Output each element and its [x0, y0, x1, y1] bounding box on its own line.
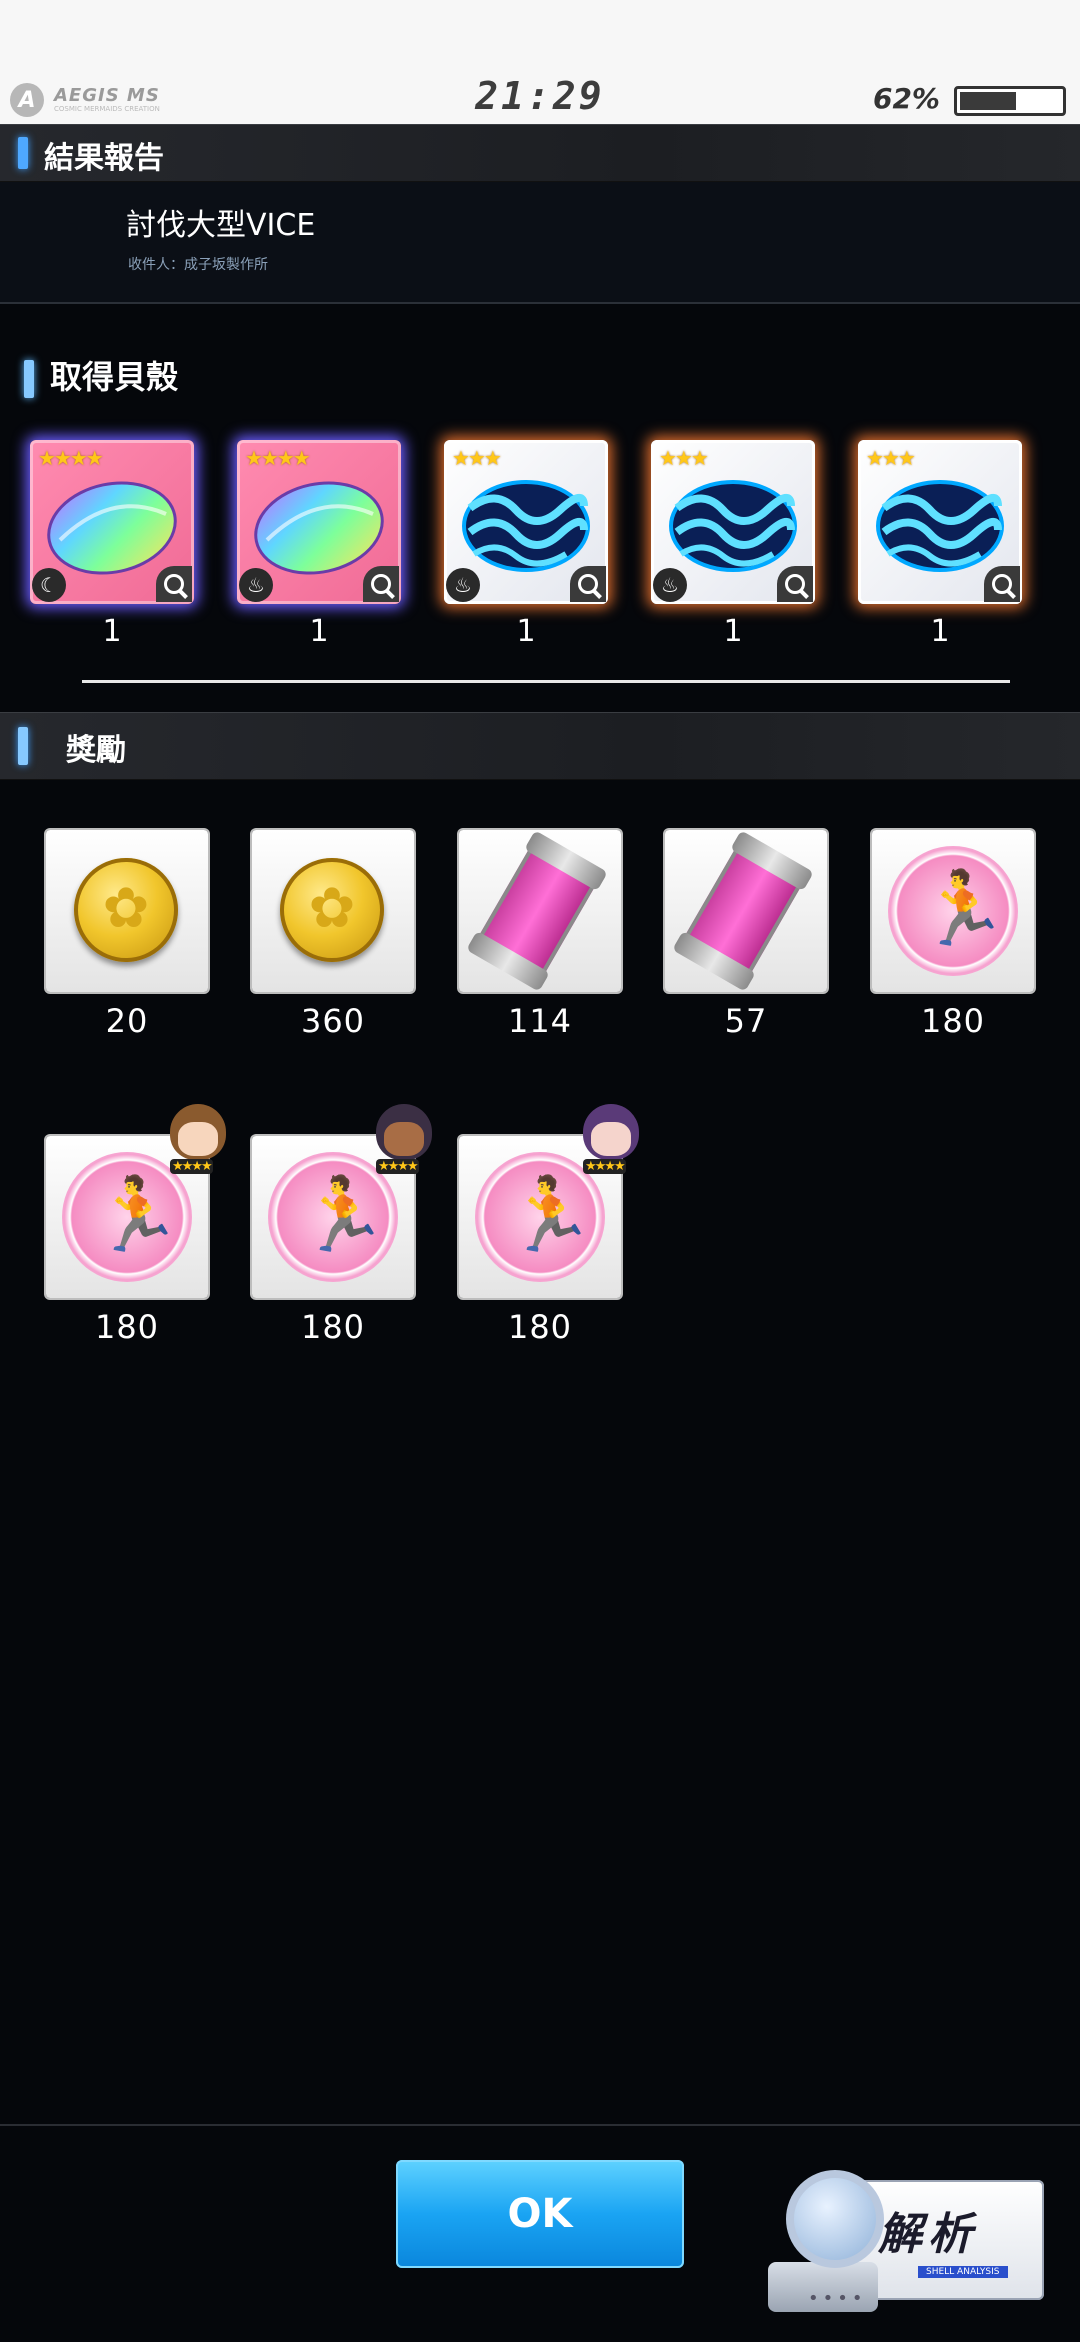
reward-card[interactable] [252, 830, 414, 992]
avatar-stars: ★★★★ [170, 1159, 213, 1174]
header-accent-bar [18, 727, 28, 765]
section-accent-bar [24, 360, 34, 398]
shells-section-title: 取得貝殼 [24, 352, 178, 398]
shell-count: 1 [723, 614, 743, 649]
pink-capsule-icon [471, 835, 603, 987]
reward-count: 180 [507, 1308, 573, 1346]
rarity-stars: ★★★★ [245, 446, 311, 470]
shell-count: 1 [102, 614, 122, 649]
reward-count: 180 [920, 1002, 986, 1040]
zoom-icon[interactable] [570, 566, 606, 602]
blue-wave-shell-icon [456, 470, 596, 580]
report-title: 討伐大型VICE [126, 208, 316, 243]
reward-card[interactable]: 🏃 [872, 830, 1034, 992]
analysis-dots: •••• [808, 2288, 867, 2309]
rarity-stars: ★★★ [452, 446, 502, 470]
report-panel: 討伐大型VICE 收件人：成子坂製作所 [0, 182, 1080, 304]
reward-card[interactable] [46, 830, 208, 992]
blue-wave-shell-icon [870, 470, 1010, 580]
gold-coin-icon [280, 858, 384, 962]
reward-count: 20 [105, 1002, 149, 1040]
report-recipient: 收件人：成子坂製作所 [128, 257, 268, 273]
reward-count: 180 [300, 1308, 366, 1346]
pink-capsule-icon [677, 835, 809, 987]
reward-card[interactable] [459, 830, 621, 992]
shell-count: 1 [309, 614, 329, 649]
divider [82, 680, 1010, 683]
character-avatar-icon: ★★★★ [164, 1104, 230, 1174]
gold-coin-icon [74, 858, 178, 962]
shell-card[interactable]: ★★★★ ♨ [237, 440, 401, 604]
fire-element-icon: ♨ [653, 568, 687, 602]
reward-count: 360 [300, 1002, 366, 1040]
moon-element-icon: ☾ [32, 568, 66, 602]
avatar-stars: ★★★★ [583, 1159, 626, 1174]
reward-count: 57 [724, 1002, 768, 1040]
character-avatar-icon: ★★★★ [577, 1104, 643, 1174]
shell-card[interactable]: ★★★ ♨ [651, 440, 815, 604]
result-report-header: 結果報告 [0, 124, 1080, 182]
shells-title-text: 取得貝殼 [50, 358, 179, 396]
rarity-stars: ★★★ [659, 446, 709, 470]
shell-count: 1 [516, 614, 536, 649]
battery-percent: 62% [872, 82, 940, 115]
header-accent-bar [18, 137, 28, 169]
blue-wave-shell-icon [663, 470, 803, 580]
battery-icon [954, 86, 1066, 116]
reward-card[interactable] [665, 830, 827, 992]
shell-card[interactable]: ★★★★ ☾ [30, 440, 194, 604]
exp-badge-icon: 🏃 [888, 846, 1018, 976]
result-report-title: 結果報告 [44, 141, 164, 176]
rarity-stars: ★★★★ [38, 446, 104, 470]
shell-analysis-button[interactable]: 解析 SHELL ANALYSIS •••• [768, 2170, 1044, 2312]
zoom-icon[interactable] [156, 566, 192, 602]
shell-card[interactable]: ★★★ ♨ [444, 440, 608, 604]
rewards-header: 獎勵 [0, 712, 1080, 780]
status-bar: A AEGIS MS COSMIC MERMAIDS CREATION 21:2… [0, 0, 1080, 124]
character-avatar-icon: ★★★★ [370, 1104, 436, 1174]
fire-element-icon: ♨ [446, 568, 480, 602]
ok-button[interactable]: OK [396, 2160, 684, 2268]
avatar-stars: ★★★★ [376, 1159, 419, 1174]
magnifier-icon [786, 2170, 884, 2268]
rewards-title: 獎勵 [66, 733, 126, 768]
reward-count: 114 [507, 1002, 573, 1040]
rainbow-shell-icon [42, 470, 182, 580]
zoom-icon[interactable] [984, 566, 1020, 602]
fire-element-icon: ♨ [239, 568, 273, 602]
reward-count: 180 [94, 1308, 160, 1346]
rainbow-shell-icon [249, 470, 389, 580]
analysis-label: 解析 [878, 2209, 978, 2260]
rarity-stars: ★★★ [866, 446, 916, 470]
shell-card[interactable]: ★★★ [858, 440, 1022, 604]
shell-count: 1 [930, 614, 950, 649]
zoom-icon[interactable] [363, 566, 399, 602]
zoom-icon[interactable] [777, 566, 813, 602]
analysis-sublabel: SHELL ANALYSIS [918, 2266, 1008, 2278]
